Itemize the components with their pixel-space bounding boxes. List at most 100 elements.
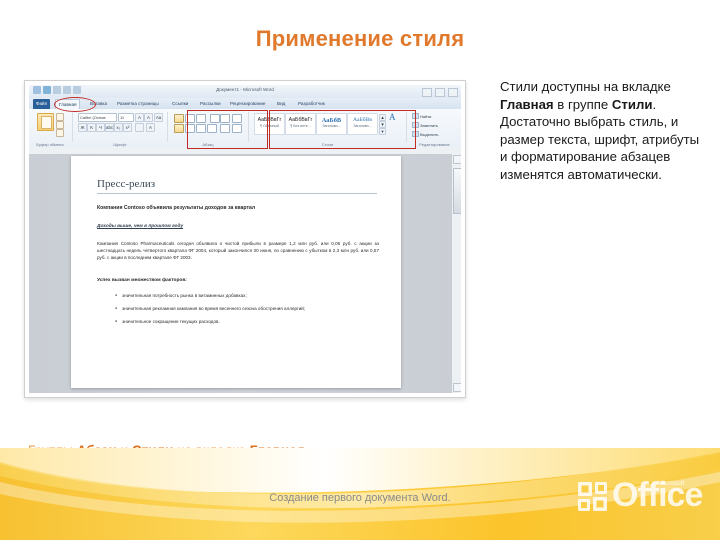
tab-page-layout[interactable]: Разметка страницы [114, 99, 162, 109]
ribbon-group-font[interactable]: Calibri (Основ 11 A A Aa Ж К Ч abc x₂ x²… [74, 109, 166, 147]
align-center-icon[interactable] [185, 124, 195, 133]
bold-icon[interactable]: Ж [78, 123, 87, 132]
shrink-font-icon[interactable]: A [144, 113, 153, 122]
document-page[interactable]: Пресс-релиз Компания Contoso объявила ре… [71, 156, 401, 388]
style-sample: АаБбВв [353, 117, 372, 123]
document-bullet: значительная потребность рынка в витамин… [115, 293, 247, 298]
document-bullet: значительная рекламная кампания во время… [115, 306, 305, 311]
justify-icon[interactable] [207, 124, 217, 133]
document-subtitle: Компания Contoso объявила результаты дох… [97, 205, 256, 211]
select-icon [412, 131, 419, 137]
document-heading: Пресс-релиз [97, 178, 377, 194]
document-body-paragraph: Компания Contoso Pharmaceuticals сегодня… [97, 241, 379, 261]
minimize-button[interactable] [422, 88, 432, 97]
replace-label: Заменить [420, 123, 438, 128]
subscript-icon[interactable]: x₂ [114, 123, 123, 132]
document-workspace: Пресс-релиз Компания Contoso объявила ре… [29, 147, 461, 393]
style-sample: АаБбВвГг [257, 117, 282, 123]
gallery-more-icon[interactable]: ▾ [379, 128, 386, 135]
ribbon-group-paragraph[interactable]: Абзац [169, 109, 247, 147]
paste-icon[interactable] [37, 113, 54, 131]
tab-review[interactable]: Рецензирование [227, 99, 268, 109]
document-bullet: значительное сокращение текущих расходов… [115, 319, 220, 324]
explain-part-bold: Главная [500, 96, 554, 112]
gallery-scroll-up-icon[interactable]: ▲ [379, 114, 386, 121]
tab-insert[interactable]: Вставка [87, 99, 110, 109]
numbering-icon[interactable] [185, 114, 195, 123]
find-button[interactable]: Найти [412, 113, 431, 120]
word-title-bar: Документ1 - Microsoft Word [29, 85, 461, 99]
shading-icon[interactable] [232, 124, 242, 133]
superscript-icon[interactable]: x² [123, 123, 132, 132]
ribbon-group-styles[interactable]: АаБбВвГг ¶ Обычный АаБбВвГг ¶ Без инте..… [250, 109, 405, 147]
style-name: Заголово... [322, 124, 341, 128]
replace-button[interactable]: Заменить [412, 122, 438, 129]
tab-developer[interactable]: Разработчик [295, 99, 328, 109]
ribbon-divider [248, 112, 249, 142]
vertical-scrollbar[interactable] [451, 154, 461, 393]
italic-icon[interactable]: К [87, 123, 96, 132]
style-heading-2[interactable]: АаБбВв Заголово... [347, 113, 378, 135]
change-case-icon[interactable]: Aa [154, 113, 163, 122]
word-window: Документ1 - Microsoft Word Файл Главная … [29, 85, 461, 393]
style-no-spacing[interactable]: АаБбВвГг ¶ Без инте... [285, 113, 316, 135]
replace-icon [412, 122, 419, 128]
scroll-up-icon[interactable] [453, 155, 461, 164]
gallery-scroll-down-icon[interactable]: ▼ [379, 121, 386, 128]
ribbon-group-editing[interactable]: Найти Заменить Выделить Редактирование [408, 109, 461, 147]
explain-part: Стили доступны на вкладке [500, 79, 671, 94]
window-controls[interactable] [422, 88, 458, 97]
increase-indent-icon[interactable] [220, 114, 230, 123]
microsoft-wordmark: Microsoft [658, 480, 685, 487]
explain-part: в группе [553, 96, 612, 112]
copy-icon[interactable] [56, 121, 64, 129]
align-right-icon[interactable] [196, 124, 206, 133]
tab-file[interactable]: Файл [33, 99, 51, 109]
document-section-heading: Доходы выше, чем в прошлом году [97, 224, 184, 229]
style-normal[interactable]: АаБбВвГг ¶ Обычный [254, 113, 285, 135]
font-size-input[interactable]: 11 [118, 113, 134, 122]
office-squares-icon [578, 482, 607, 511]
tab-references[interactable]: Ссылки [169, 99, 191, 109]
decrease-indent-icon[interactable] [210, 114, 220, 123]
tab-mailings[interactable]: Рассылки [197, 99, 224, 109]
grow-font-icon[interactable]: A [135, 113, 144, 122]
font-color-icon[interactable]: A [146, 123, 155, 132]
close-button[interactable] [448, 88, 458, 97]
font-name-input[interactable]: Calibri (Основ [78, 113, 117, 122]
bullets-icon[interactable] [174, 114, 184, 123]
word-screenshot-image: Документ1 - Microsoft Word Файл Главная … [24, 80, 466, 398]
style-heading-1[interactable]: АаБбВ Заголово... [316, 113, 347, 135]
restore-button[interactable] [435, 88, 445, 97]
multilevel-list-icon[interactable] [196, 114, 206, 123]
text-highlight-icon[interactable] [135, 123, 144, 132]
explain-part-bold: Стили [611, 96, 653, 112]
style-sample: АаБбВ [321, 117, 342, 124]
cut-icon[interactable] [56, 113, 64, 121]
underline-icon[interactable]: Ч [96, 123, 105, 132]
scroll-down-icon[interactable] [453, 383, 461, 392]
ruler[interactable] [29, 147, 461, 155]
scrollbar-thumb[interactable] [453, 168, 461, 214]
style-sample: АаБбВвГг [288, 117, 313, 123]
office-logo: Office Microsoft [578, 476, 708, 522]
sort-icon[interactable] [232, 114, 242, 123]
strikethrough-icon[interactable]: abc [105, 123, 114, 132]
select-button[interactable]: Выделить [412, 131, 438, 138]
document-lead-in: Успех вызван множеством факторов: [97, 278, 187, 283]
slide-footer: Создание первого документа Word. Office … [0, 448, 720, 540]
tab-view[interactable]: Вид [274, 99, 288, 109]
find-label: Найти [420, 114, 432, 119]
search-icon [412, 113, 419, 119]
ribbon-divider [406, 112, 407, 142]
format-painter-icon[interactable] [56, 129, 64, 137]
ribbon[interactable]: Буфер обмена Calibri (Основ 11 A A Aa Ж … [29, 109, 461, 148]
page-title: Применение стиля [255, 26, 465, 51]
ribbon-group-clipboard[interactable]: Буфер обмена [29, 109, 71, 147]
change-styles-icon[interactable]: A [389, 112, 396, 122]
explanation-text: Стили доступны на вкладке Главная в груп… [500, 78, 710, 184]
select-label: Выделить [420, 132, 439, 137]
line-spacing-icon[interactable] [220, 124, 230, 133]
ribbon-divider [72, 112, 73, 142]
align-left-icon[interactable] [174, 124, 184, 133]
